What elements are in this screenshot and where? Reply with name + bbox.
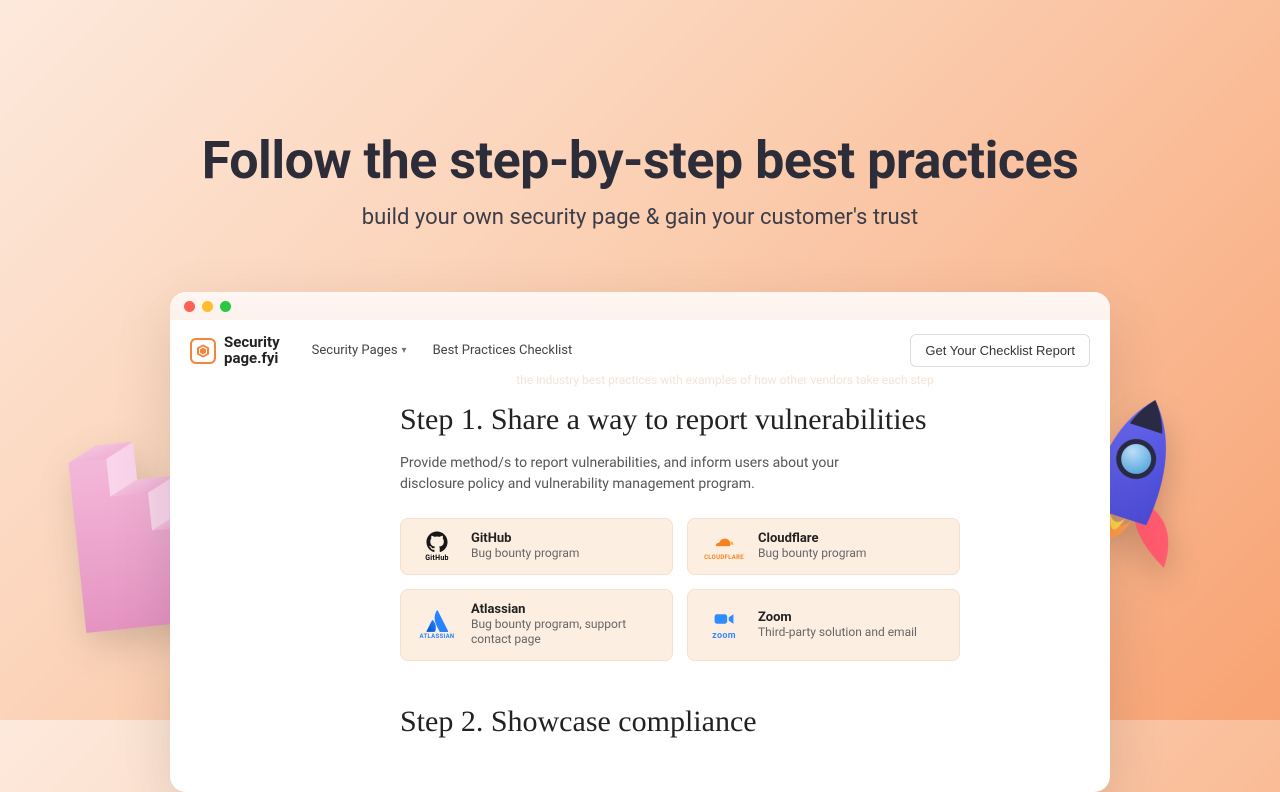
browser-window: Security page.fyi Security Pages ▾ Best … bbox=[170, 292, 1110, 792]
intro-faded-text: the industry best practices with example… bbox=[400, 373, 1050, 387]
step1-description: Provide method/s to report vulnerabiliti… bbox=[400, 453, 880, 496]
card-subtitle: Third-party solution and email bbox=[758, 625, 917, 641]
card-github[interactable]: GitHub GitHub Bug bounty program bbox=[400, 518, 673, 575]
hero-title: Follow the step-by-step best practices bbox=[0, 130, 1280, 191]
example-cards: GitHub GitHub Bug bounty program CLOUDFL… bbox=[400, 518, 960, 661]
card-cloudflare[interactable]: CLOUDFLARE Cloudflare Bug bounty program bbox=[687, 518, 960, 575]
nav-security-pages[interactable]: Security Pages ▾ bbox=[312, 343, 407, 358]
hero: Follow the step-by-step best practices b… bbox=[0, 0, 1280, 230]
atlassian-icon: ATLASSIAN bbox=[415, 610, 459, 640]
card-title: Zoom bbox=[758, 610, 917, 625]
cloudflare-icon: CLOUDFLARE bbox=[702, 531, 746, 561]
minimize-dot[interactable] bbox=[202, 301, 213, 312]
nav-best-practices[interactable]: Best Practices Checklist bbox=[433, 343, 573, 358]
card-zoom[interactable]: zoom Zoom Third-party solution and email bbox=[687, 589, 960, 661]
get-checklist-button[interactable]: Get Your Checklist Report bbox=[910, 334, 1090, 367]
step1-title: Step 1. Share a way to report vulnerabil… bbox=[400, 401, 1050, 439]
brand[interactable]: Security page.fyi bbox=[190, 335, 280, 367]
card-title: Cloudflare bbox=[758, 531, 866, 546]
page-content: the industry best practices with example… bbox=[170, 373, 1110, 739]
card-atlassian[interactable]: ATLASSIAN Atlassian Bug bounty program, … bbox=[400, 589, 673, 661]
card-subtitle: Bug bounty program bbox=[758, 546, 866, 562]
top-nav: Security page.fyi Security Pages ▾ Best … bbox=[170, 320, 1110, 377]
card-subtitle: Bug bounty program bbox=[471, 546, 579, 562]
nav-links: Security Pages ▾ Best Practices Checklis… bbox=[312, 343, 573, 358]
brand-text: Security page.fyi bbox=[224, 335, 280, 367]
card-title: GitHub bbox=[471, 531, 579, 546]
card-title: Atlassian bbox=[471, 602, 658, 617]
brand-icon bbox=[190, 338, 216, 364]
zoom-icon: zoom bbox=[702, 608, 746, 641]
github-icon: GitHub bbox=[415, 531, 459, 562]
step2-title: Step 2. Showcase compliance bbox=[400, 705, 1050, 739]
hero-subtitle: build your own security page & gain your… bbox=[0, 205, 1280, 230]
close-dot[interactable] bbox=[184, 301, 195, 312]
window-titlebar bbox=[170, 292, 1110, 320]
maximize-dot[interactable] bbox=[220, 301, 231, 312]
card-subtitle: Bug bounty program, support contact page bbox=[471, 617, 658, 648]
chevron-down-icon: ▾ bbox=[402, 345, 407, 356]
